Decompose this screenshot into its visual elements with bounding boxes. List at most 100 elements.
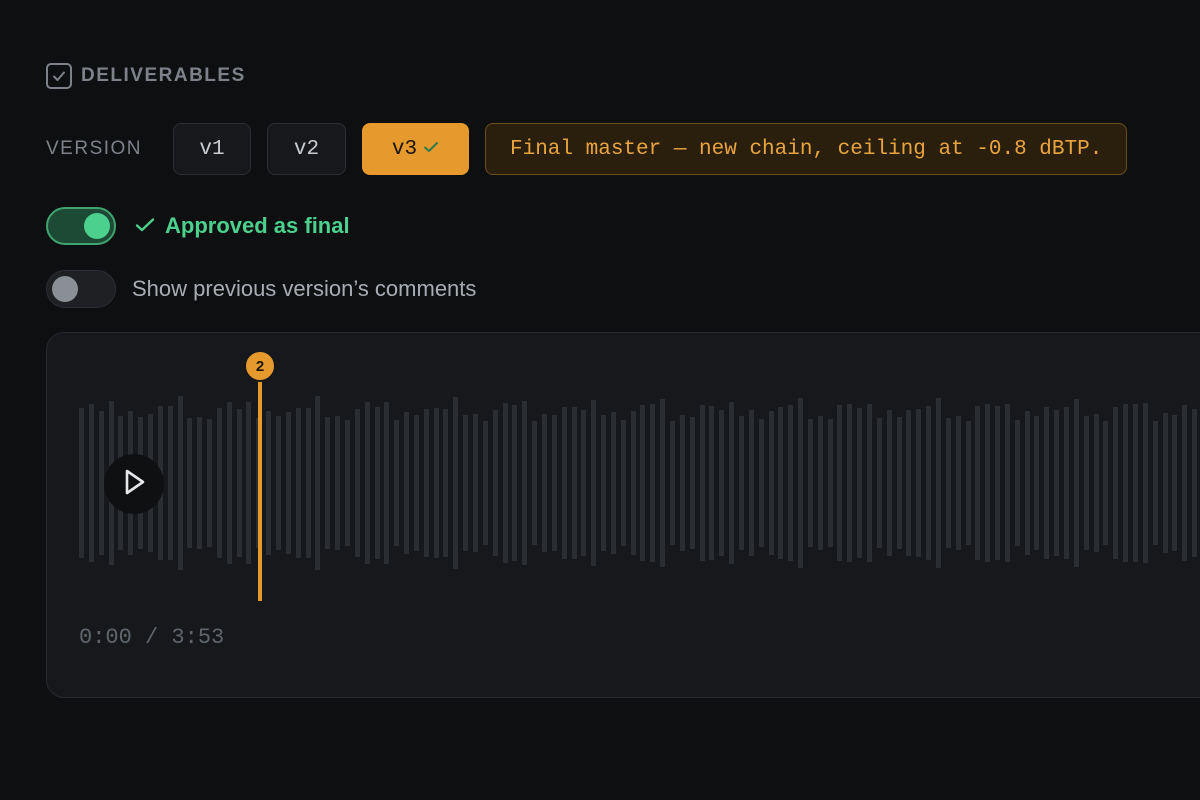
waveform-bar (1073, 399, 1079, 567)
toggle-knob (52, 276, 78, 302)
waveform-bar (1004, 404, 1010, 562)
waveform-bar (532, 421, 538, 545)
play-icon (121, 468, 147, 501)
waveform-bar (167, 406, 173, 560)
waveform-bar (216, 408, 222, 558)
waveform-bar (404, 412, 410, 554)
waveform-bar (354, 409, 360, 557)
waveform-bar (79, 408, 84, 558)
version-button-v3[interactable]: v3 (362, 123, 469, 175)
waveform-bar (738, 416, 744, 550)
waveform-bar (768, 411, 774, 555)
waveform-bar (473, 414, 478, 552)
waveform-bar (492, 410, 498, 556)
waveform-bar (1044, 407, 1050, 559)
waveform-bar (1024, 411, 1030, 555)
waveform-bar (285, 412, 291, 554)
version-label: VERSION (46, 138, 143, 159)
waveform-bar (640, 405, 646, 561)
waveform-bar (1142, 403, 1148, 563)
waveform-bar (88, 404, 94, 562)
waveform-bar (581, 410, 587, 556)
waveform-bar (916, 409, 922, 557)
waveform-bar (177, 396, 183, 570)
section-title: DELIVERABLES (81, 65, 246, 86)
waveform-bar (413, 415, 419, 551)
waveform-bar (729, 402, 735, 564)
waveform-bar (226, 402, 232, 564)
waveform-bar (1113, 407, 1119, 559)
waveform-bar (433, 408, 439, 558)
version-selector: VERSION v1 v2 v3 Final master — new chai… (46, 123, 1128, 175)
checkbox-icon (46, 63, 72, 89)
waveform-bar (246, 402, 252, 564)
version-button-label: v2 (293, 137, 320, 161)
waveform-bar (995, 406, 1000, 560)
waveform-bar (502, 403, 508, 563)
previous-comments-row: Show previous version’s comments (46, 270, 476, 308)
version-button-v1[interactable]: v1 (173, 123, 251, 175)
comment-marker-badge[interactable]: 2 (244, 350, 276, 382)
waveform-bar (945, 418, 951, 548)
waveform-bar (1152, 421, 1158, 545)
waveform-bar (1093, 414, 1099, 552)
waveform-bar (1133, 404, 1138, 562)
waveform-bar (660, 399, 666, 567)
waveform-bar (276, 416, 281, 550)
waveform-bar (1123, 404, 1129, 562)
comment-marker-line[interactable] (258, 367, 262, 601)
waveform-bar (1083, 416, 1089, 550)
waveform-bar (837, 405, 843, 561)
waveform-bar (955, 416, 961, 550)
waveform-bar (630, 411, 636, 555)
waveform-bar (748, 410, 754, 556)
waveform-bar (876, 418, 882, 548)
time-readout: 0:00 / 3:53 (79, 625, 225, 650)
waveform-bar (1064, 407, 1069, 559)
approved-toggle[interactable] (46, 207, 116, 245)
waveform-bar (541, 414, 547, 552)
waveform-bar (197, 417, 203, 549)
version-button-label: v3 (391, 137, 418, 161)
waveform-bar (827, 419, 833, 547)
version-note: Final master — new chain, ceiling at -0.… (485, 123, 1128, 175)
waveform-bar (1192, 409, 1197, 557)
waveform-bar (384, 402, 390, 564)
waveform-bar (689, 417, 695, 549)
waveform-bar (679, 415, 685, 551)
waveform-bar (985, 404, 991, 562)
waveform-bar (561, 407, 567, 559)
waveform-bar (98, 411, 104, 555)
waveform-bar (305, 408, 311, 558)
show-previous-comments-toggle[interactable] (46, 270, 116, 308)
waveform-bar (798, 398, 803, 568)
waveform-bar (463, 415, 469, 551)
waveform-bar (482, 421, 488, 545)
waveform-bar (975, 406, 981, 560)
waveform-bar (591, 400, 597, 566)
waveform-bar (512, 405, 518, 561)
waveform-bar (601, 415, 606, 551)
version-button-label: v1 (199, 137, 225, 161)
version-button-v2[interactable]: v2 (267, 123, 346, 175)
waveform-bar (620, 420, 626, 546)
waveform-bar (522, 401, 528, 565)
approval-row: Approved as final (46, 207, 350, 245)
waveform-bar (207, 419, 212, 547)
waveform-bar (788, 405, 794, 561)
waveform-bar (443, 409, 449, 557)
waveform-bar (857, 408, 863, 558)
waveform-bar (778, 407, 784, 559)
waveform-bar (807, 419, 813, 547)
waveform-bar (719, 410, 725, 556)
waveform-bar (374, 407, 380, 559)
check-icon (135, 213, 155, 239)
waveform-bar (423, 409, 429, 557)
waveform-bar (1172, 415, 1178, 551)
waveform-bar (906, 410, 912, 556)
waveform-bar (699, 405, 705, 561)
waveform-bar (295, 408, 301, 558)
approved-status: Approved as final (135, 213, 350, 239)
play-button[interactable] (104, 454, 164, 514)
waveform-bar (335, 416, 341, 550)
